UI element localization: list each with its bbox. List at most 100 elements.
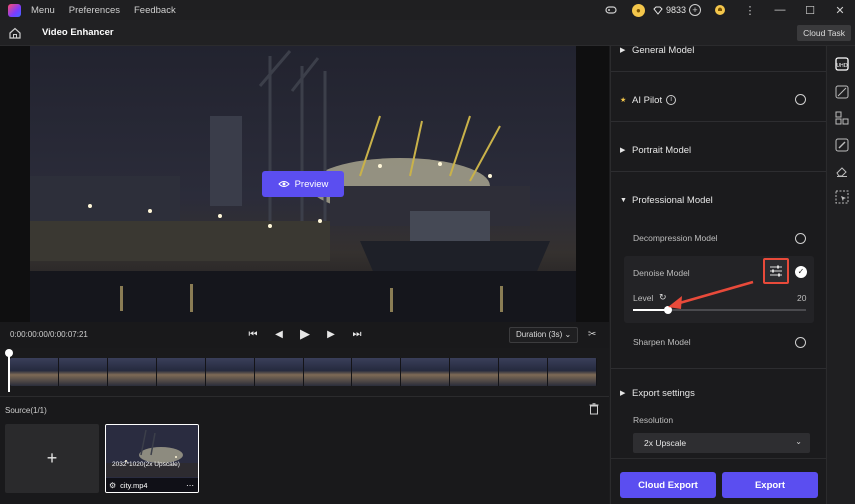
denoise-selected-check[interactable]: ✓ xyxy=(795,266,807,278)
menu-bar: Menu Preferences Feedback xyxy=(31,5,176,16)
settings-sliders-icon xyxy=(770,265,782,277)
clip-more-button[interactable]: ⋯ xyxy=(186,481,194,490)
divider xyxy=(611,121,826,122)
info-icon[interactable]: i xyxy=(666,95,677,105)
sharpen-model-radio[interactable] xyxy=(795,337,806,348)
layout-tool-icon[interactable] xyxy=(834,110,850,126)
refresh-icon[interactable]: ↻ xyxy=(659,292,667,303)
timeline[interactable] xyxy=(0,348,609,396)
professional-model-label: Professional Model xyxy=(632,194,713,206)
decompression-model-radio[interactable] xyxy=(795,233,806,244)
preview-button[interactable]: Preview xyxy=(262,171,344,197)
skip-start-button[interactable]: ⏮ xyxy=(246,329,260,340)
titlebar-right: ● 9833 + ⋮ — ☐ ✕ xyxy=(604,0,855,20)
export-button[interactable]: Export xyxy=(722,472,818,498)
svg-text:UHD: UHD xyxy=(836,63,847,69)
menu-item-preferences[interactable]: Preferences xyxy=(69,5,120,16)
credits-badge[interactable]: 9833 + xyxy=(653,4,701,16)
denoise-model-label[interactable]: Denoise Model xyxy=(633,268,690,278)
portrait-model-label: Portrait Model xyxy=(632,144,692,156)
cloud-export-button[interactable]: Cloud Export xyxy=(620,472,716,498)
adjust-tool-icon[interactable] xyxy=(834,84,850,100)
decompression-model-label[interactable]: Decompression Model xyxy=(633,233,718,243)
duration-dropdown[interactable]: Duration (3s) ⌄ xyxy=(509,327,579,343)
expand-arrow-icon: ▶ xyxy=(620,390,626,397)
general-model-label: General Model xyxy=(632,44,695,56)
game-icon[interactable] xyxy=(604,3,618,17)
filmstrip-frame xyxy=(303,358,353,386)
clip-resolution: 2032*1020(2x Upscale) xyxy=(112,461,180,468)
section-general-model[interactable]: ▶ General Model xyxy=(611,42,826,58)
edit-tool-icon[interactable] xyxy=(834,137,850,153)
filmstrip-frame xyxy=(107,358,157,386)
transport: ⏮ ◀ ▶ ▶ ⏭ xyxy=(246,326,364,342)
prev-frame-button[interactable]: ◀ xyxy=(272,329,286,340)
source-panel: Source(1/1) + 2032*1020(2x Upscale) ⚙ ci… xyxy=(0,396,609,504)
filmstrip-frame xyxy=(254,358,304,386)
add-source-button[interactable]: + xyxy=(5,424,99,493)
clip-name: city.mp4 xyxy=(120,480,148,490)
divider xyxy=(611,368,826,369)
ai-pilot-radio[interactable] xyxy=(795,94,806,105)
cloud-task-button[interactable]: Cloud Task xyxy=(797,25,851,41)
next-frame-button[interactable]: ▶ xyxy=(324,329,338,340)
playhead[interactable] xyxy=(8,352,10,392)
filmstrip[interactable] xyxy=(10,358,597,386)
filmstrip-frame xyxy=(205,358,255,386)
divider xyxy=(624,323,814,324)
chevron-down-icon: ⌄ xyxy=(564,330,572,339)
expand-arrow-icon: ▶ xyxy=(620,147,626,154)
maximize-button[interactable]: ☐ xyxy=(795,0,825,20)
section-ai-pilot[interactable]: ★ AI Pilot i xyxy=(611,92,826,108)
coin-icon[interactable]: ● xyxy=(631,3,645,17)
scissors-icon[interactable]: ✂ xyxy=(588,329,596,340)
home-icon[interactable] xyxy=(8,26,22,40)
select-tool-icon[interactable] xyxy=(834,189,850,205)
tool-sidebar: UHD xyxy=(826,46,855,504)
play-button[interactable]: ▶ xyxy=(298,326,312,342)
add-credits-button[interactable]: + xyxy=(689,4,701,16)
timecode: 0:00:00:00/0:00:07:21 xyxy=(10,330,88,339)
bell-icon[interactable] xyxy=(713,3,727,17)
export-buttons: Cloud Export Export xyxy=(611,458,826,504)
enhance-tool-icon[interactable]: UHD xyxy=(834,56,850,72)
gear-icon[interactable]: ⚙ xyxy=(109,481,116,490)
skip-end-button[interactable]: ⏭ xyxy=(350,329,364,340)
sharpen-model-label[interactable]: Sharpen Model xyxy=(633,337,691,347)
ai-pilot-label: AI Pilot xyxy=(632,94,663,106)
level-slider-fill xyxy=(633,309,668,311)
menu-item-menu[interactable]: Menu xyxy=(31,5,55,16)
filmstrip-frame xyxy=(450,358,500,386)
duration-label: Duration (3s) xyxy=(516,330,563,339)
trash-icon[interactable] xyxy=(589,403,599,415)
level-slider[interactable] xyxy=(633,306,806,314)
filmstrip-frame xyxy=(548,358,597,386)
preview-button-label: Preview xyxy=(294,178,329,190)
model-panel: ▶ General Model ★ AI Pilot i ▶ Portrait Mo… xyxy=(610,45,826,504)
section-professional-model[interactable]: ▼ Professional Model xyxy=(611,192,826,208)
menu-item-feedback[interactable]: Feedback xyxy=(134,5,176,16)
title-bar: Menu Preferences Feedback ● 9833 + ⋮ — ☐… xyxy=(0,0,855,20)
section-export-settings[interactable]: ▶ Export settings xyxy=(611,385,826,401)
divider xyxy=(611,171,826,172)
section-portrait-model[interactable]: ▶ Portrait Model xyxy=(611,142,826,158)
playback-controls: 0:00:00:00/0:00:07:21 ⏮ ◀ ▶ ▶ ⏭ Duration… xyxy=(0,322,609,348)
playhead-handle[interactable] xyxy=(5,349,13,357)
source-title: Source(1/1) xyxy=(5,406,47,415)
source-clip[interactable]: 2032*1020(2x Upscale) ⚙ city.mp4 ⋯ xyxy=(105,424,199,493)
filmstrip-frame xyxy=(352,358,402,386)
close-button[interactable]: ✕ xyxy=(825,0,855,20)
star-icon: ★ xyxy=(620,97,627,104)
level-label: Level xyxy=(633,293,654,303)
collapse-arrow-icon: ▼ xyxy=(620,196,627,204)
eye-icon xyxy=(277,181,290,187)
more-button[interactable]: ⋮ xyxy=(735,0,765,20)
denoise-settings-button[interactable] xyxy=(763,258,789,284)
level-slider-thumb[interactable] xyxy=(664,306,672,314)
divider xyxy=(611,71,826,72)
resolution-value: 2x Upscale xyxy=(644,438,687,448)
minimize-button[interactable]: — xyxy=(765,0,795,20)
filmstrip-frame xyxy=(401,358,451,386)
resolution-select[interactable]: 2x Upscale ⌄ xyxy=(633,433,810,453)
eraser-tool-icon[interactable] xyxy=(834,163,850,179)
